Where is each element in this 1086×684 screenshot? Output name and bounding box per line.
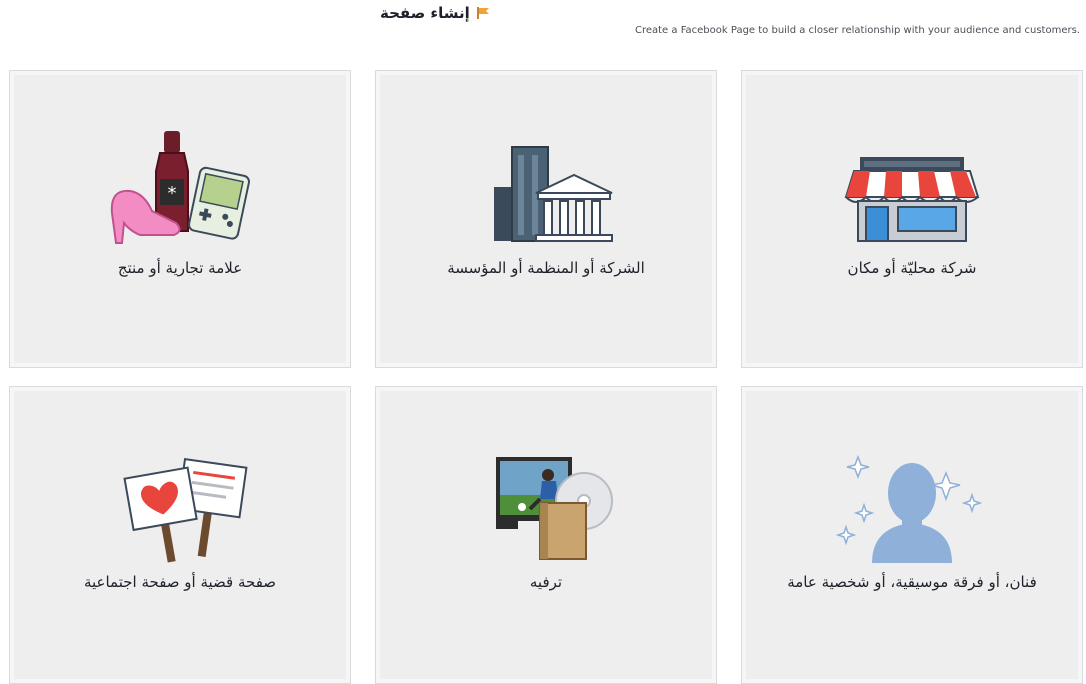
- storefront-icon: [844, 157, 980, 242]
- svg-text:*: *: [168, 183, 177, 204]
- card-company-organization[interactable]: الشركة أو المنظمة أو المؤسسة: [375, 70, 717, 368]
- card-label: صفحة قضية أو صفحة اجتماعية: [83, 573, 277, 591]
- cause-signs-icon: [123, 458, 248, 563]
- entertainment-icon: [496, 457, 613, 560]
- page-subtitle: Create a Facebook Page to build a closer…: [634, 25, 1080, 36]
- card-cause-community[interactable]: صفحة قضية أو صفحة اجتماعية: [9, 386, 351, 684]
- card-label: فنان، أو فرقة موسيقية، أو شخصية عامة: [787, 573, 1037, 591]
- card-label: شركة محليّة أو مكان: [847, 259, 977, 277]
- buildings-icon: [494, 146, 613, 242]
- card-artist-public-figure[interactable]: فنان، أو فرقة موسيقية، أو شخصية عامة: [741, 386, 1083, 684]
- flag-icon: [476, 7, 489, 19]
- public-figure-icon: [835, 454, 983, 563]
- card-label: علامة تجارية أو منتج: [117, 259, 243, 277]
- card-brand-product[interactable]: * علامة تجارية أو منتج: [9, 70, 351, 368]
- brand-products-icon: *: [110, 131, 250, 244]
- title-row: إنشاء صفحة: [380, 4, 1080, 22]
- page-title: إنشاء صفحة: [380, 4, 470, 22]
- card-label: ترفيه: [529, 573, 563, 591]
- card-entertainment[interactable]: ترفيه: [375, 386, 717, 684]
- card-local-business[interactable]: شركة محليّة أو مكان: [741, 70, 1083, 368]
- page-header: إنشاء صفحة Create a Facebook Page to bui…: [380, 4, 1080, 36]
- card-label: الشركة أو المنظمة أو المؤسسة: [447, 259, 645, 277]
- category-grid: شركة محليّة أو مكان الشركة أو المنظمة أو…: [9, 70, 1083, 684]
